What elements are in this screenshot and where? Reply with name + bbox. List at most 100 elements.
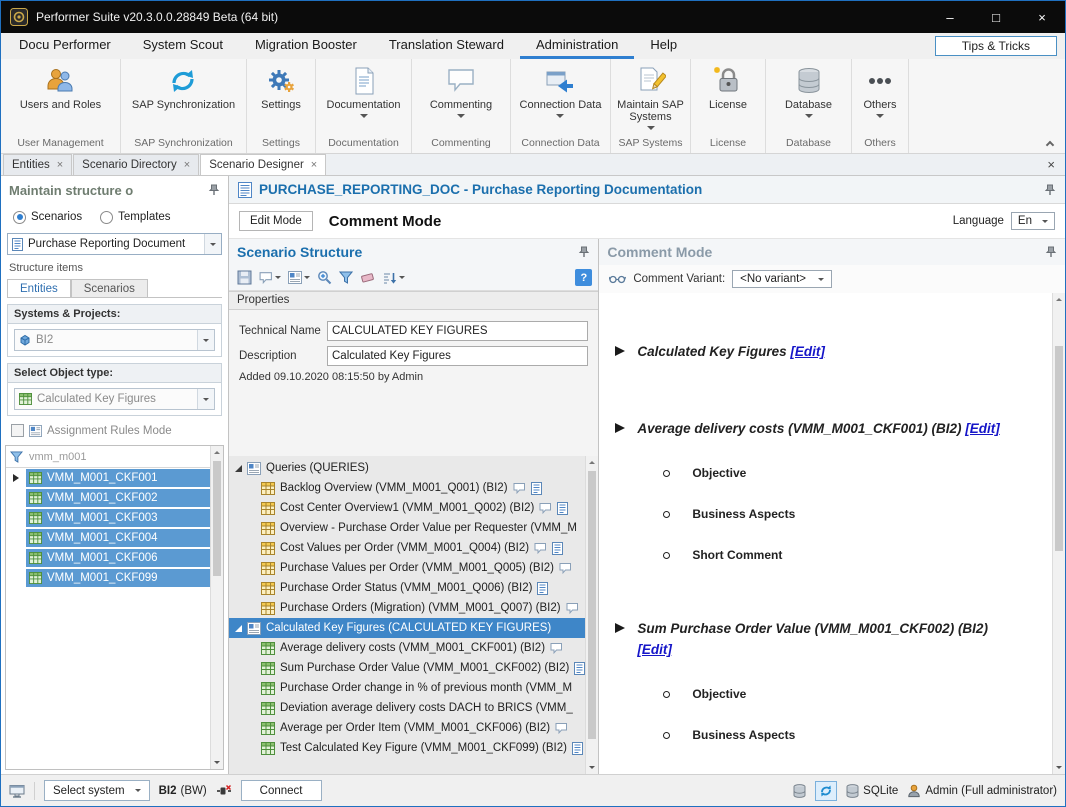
expand-icon[interactable]	[235, 465, 242, 472]
tree-node[interactable]: Overview - Purchase Order Value per Requ…	[229, 518, 585, 538]
tree-node[interactable]: Average delivery costs (VMM_M001_CKF001)…	[229, 638, 585, 658]
scroll-down-arrow[interactable]	[1053, 761, 1065, 774]
select-system-button[interactable]: Select system	[44, 780, 150, 801]
menu-docu-performer[interactable]: Docu Performer	[3, 33, 127, 59]
commenting-button[interactable]: Commenting	[426, 64, 496, 120]
tree-node[interactable]: Purchase Values per Order (VMM_M001_Q005…	[229, 558, 585, 578]
sap-synchronization-button[interactable]: SAP Synchronization	[128, 64, 239, 113]
pin-icon[interactable]	[1045, 246, 1057, 258]
radio-templates[interactable]: Templates	[100, 211, 170, 224]
filter-button[interactable]	[337, 269, 355, 286]
list-item[interactable]: VMM_M001_CKF099	[6, 568, 210, 588]
panels-icon[interactable]	[9, 784, 25, 798]
menu-translation-steward[interactable]: Translation Steward	[373, 33, 520, 59]
tree-node[interactable]: Deviation average delivery costs DACH to…	[229, 698, 585, 718]
zoom-icon[interactable]	[315, 268, 334, 287]
tree-node[interactable]: Cost Center Overview1 (VMM_M001_Q002) (B…	[229, 498, 585, 518]
save-button[interactable]	[235, 268, 254, 287]
tree-node[interactable]: Cost Values per Order (VMM_M001_Q004) (B…	[229, 538, 585, 558]
add-node-dropdown-button[interactable]	[286, 269, 312, 286]
tree-node[interactable]: Purchase Orders (Migration) (VMM_M001_Q0…	[229, 598, 585, 618]
list-item[interactable]: VMM_M001_CKF004	[6, 528, 210, 548]
refresh-icon[interactable]	[815, 781, 837, 801]
tab-close-icon[interactable]: ×	[184, 160, 190, 171]
tab-entities[interactable]: Entities ×	[3, 154, 72, 175]
edit-mode-button[interactable]: Edit Mode	[239, 211, 313, 231]
menu-help[interactable]: Help	[634, 33, 693, 59]
scroll-up-arrow[interactable]	[211, 446, 223, 459]
database-icon[interactable]	[793, 784, 806, 798]
system-combo[interactable]: BI2	[14, 329, 215, 351]
list-item[interactable]: VMM_M001_CKF003	[6, 508, 210, 528]
scroll-down-arrow[interactable]	[211, 756, 223, 769]
others-button[interactable]: Others	[859, 64, 900, 120]
connect-button[interactable]: Connect	[241, 780, 322, 801]
maintain-sap-systems-button[interactable]: Maintain SAP Systems	[611, 64, 690, 132]
list-item[interactable]: VMM_M001_CKF006	[6, 548, 210, 568]
pin-icon[interactable]	[1044, 184, 1056, 196]
close-document-icon[interactable]: ×	[1047, 157, 1055, 172]
tree-node-selected[interactable]: Calculated Key Figures (CALCULATED KEY F…	[229, 618, 585, 638]
settings-button[interactable]: Settings	[257, 64, 305, 113]
tab-close-icon[interactable]: ×	[311, 160, 317, 171]
menu-system-scout[interactable]: System Scout	[127, 33, 239, 59]
scroll-up-arrow[interactable]	[586, 456, 598, 469]
tree-node[interactable]: Queries (QUERIES)	[229, 458, 585, 478]
tree-node[interactable]: Backlog Overview (VMM_M001_Q001) (BI2)	[229, 478, 585, 498]
scrollbar[interactable]	[585, 456, 598, 774]
filter-input[interactable]	[26, 447, 210, 467]
tab-scenario-designer[interactable]: Scenario Designer ×	[200, 154, 326, 175]
edit-link[interactable]: [Edit]	[790, 344, 825, 359]
connection-data-button[interactable]: Connection Data	[516, 64, 606, 120]
help-button[interactable]: ?	[575, 269, 592, 286]
edit-link[interactable]: [Edit]	[965, 421, 1000, 436]
scroll-thumb[interactable]	[213, 461, 221, 576]
list-item[interactable]: VMM_M001_CKF001	[6, 468, 210, 488]
scenario-combo[interactable]: Purchase Reporting Document	[7, 233, 222, 255]
maximize-button[interactable]: □	[973, 1, 1019, 33]
pin-icon[interactable]	[578, 246, 590, 258]
scrollbar[interactable]	[210, 446, 223, 769]
tree-node[interactable]: Test Calculated Key Figure (VMM_M001_CKF…	[229, 738, 585, 758]
comment-dropdown-button[interactable]	[257, 269, 283, 286]
tab-entities-left[interactable]: Entities	[7, 279, 71, 297]
combo-dropdown-button[interactable]	[197, 330, 214, 350]
combo-dropdown-button[interactable]	[204, 234, 221, 254]
menu-migration-booster[interactable]: Migration Booster	[239, 33, 373, 59]
language-combo[interactable]: En	[1011, 212, 1055, 230]
ribbon-collapse-button[interactable]	[1043, 137, 1057, 149]
scroll-thumb[interactable]	[1055, 346, 1063, 551]
funnel-icon[interactable]	[6, 451, 26, 463]
menu-administration[interactable]: Administration	[520, 33, 634, 59]
users-and-roles-button[interactable]: Users and Roles	[16, 64, 105, 113]
tips-and-tricks-button[interactable]: Tips & Tricks	[935, 36, 1057, 56]
database-button[interactable]: Database	[781, 64, 836, 120]
combo-dropdown-button[interactable]	[197, 389, 214, 409]
clear-filter-button[interactable]	[358, 269, 377, 286]
tab-scenarios-left[interactable]: Scenarios	[71, 279, 148, 297]
assignment-rules-checkbox[interactable]: Assignment Rules Mode	[1, 416, 228, 441]
technical-name-field[interactable]	[327, 321, 588, 341]
sort-az-button[interactable]	[380, 269, 407, 287]
pin-icon[interactable]	[208, 184, 220, 196]
scroll-up-arrow[interactable]	[1053, 293, 1065, 306]
license-button[interactable]: License	[705, 64, 751, 113]
minimize-button[interactable]: –	[927, 1, 973, 33]
tab-scenario-directory[interactable]: Scenario Directory ×	[73, 154, 199, 175]
tree-node[interactable]: Sum Purchase Order Value (VMM_M001_CKF00…	[229, 658, 585, 678]
scroll-down-arrow[interactable]	[586, 761, 598, 774]
expand-icon[interactable]	[235, 625, 242, 632]
scroll-thumb[interactable]	[588, 471, 596, 739]
tab-close-icon[interactable]: ×	[57, 160, 63, 171]
tree-node[interactable]: Purchase Order Status (VMM_M001_Q006) (B…	[229, 578, 585, 598]
scrollbar[interactable]	[1052, 293, 1065, 774]
list-item[interactable]: VMM_M001_CKF002	[6, 488, 210, 508]
object-type-combo[interactable]: Calculated Key Figures	[14, 388, 215, 410]
close-button[interactable]: ×	[1019, 1, 1065, 33]
tree-node[interactable]: Average per Order Item (VMM_M001_CKF006)…	[229, 718, 585, 738]
documentation-button[interactable]: Documentation	[323, 64, 405, 120]
description-field[interactable]	[327, 346, 588, 366]
tree-node[interactable]: Purchase Order change in % of previous m…	[229, 678, 585, 698]
comment-variant-combo[interactable]: <No variant>	[732, 270, 832, 288]
radio-scenarios[interactable]: Scenarios	[13, 211, 82, 224]
